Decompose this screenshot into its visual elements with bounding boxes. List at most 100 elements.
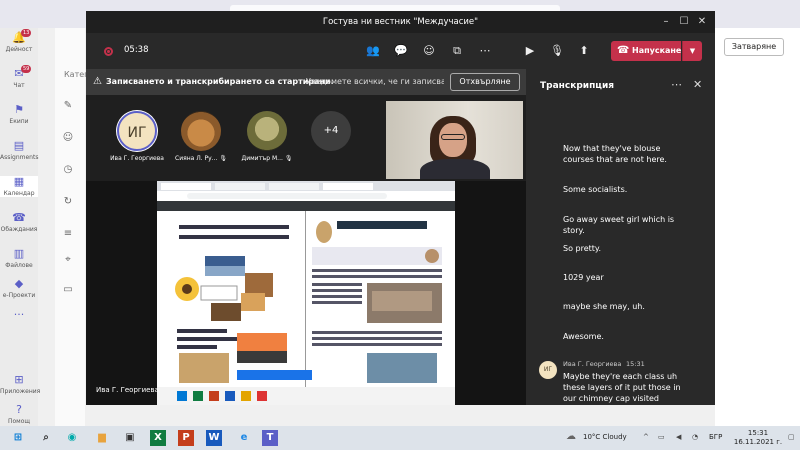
file-explorer-icon[interactable]: ▆ bbox=[94, 430, 110, 446]
clock-time: 15:31 bbox=[747, 429, 769, 437]
minimize-icon[interactable]: – bbox=[656, 11, 676, 33]
call-timer: 05:38 bbox=[124, 45, 149, 55]
participant-tile[interactable]: Димитър М... 🎙 bbox=[236, 111, 298, 162]
location-icon[interactable]: ⌖ bbox=[62, 254, 74, 266]
powerpoint-icon[interactable]: P bbox=[178, 430, 194, 446]
rail-item-label: Чат bbox=[13, 82, 25, 89]
language-indicator[interactable]: БГР bbox=[709, 433, 722, 441]
rail-item-more[interactable]: ... bbox=[0, 306, 38, 320]
store-icon[interactable]: ▣ bbox=[122, 430, 138, 446]
transcript-line: Now that they've blouse courses that are… bbox=[563, 144, 667, 164]
more-participants-count: +4 bbox=[311, 111, 351, 151]
notification-badge: 59 bbox=[21, 65, 32, 73]
search-icon[interactable]: ⌕ bbox=[38, 430, 54, 446]
participant-tile[interactable]: ИГ Ива Г. Георгиева bbox=[106, 111, 168, 162]
teams-icon[interactable]: T bbox=[262, 430, 278, 446]
transcript-line: Some socialists. bbox=[563, 185, 628, 194]
rail-item-label: Приложения bbox=[0, 388, 41, 395]
chevron-up-icon[interactable]: ^ bbox=[643, 433, 649, 441]
close-window-icon[interactable]: ✕ bbox=[692, 11, 712, 33]
transcript-line: Maybe they're each class uh these layers… bbox=[563, 372, 681, 403]
rail-item-projects[interactable]: ◆ e-Проекти bbox=[0, 277, 38, 300]
chat-icon[interactable]: 💬 bbox=[392, 42, 410, 60]
maximize-icon[interactable]: ☐ bbox=[674, 11, 694, 33]
recording-notice: ⚠ Записването и транскрибирането са стар… bbox=[86, 69, 526, 95]
windows-taskbar: ⊞ ⌕ ◉ ▆ ▣ X P W e T ☁ 10°C Cloudy ^ ▭ ◀ … bbox=[0, 426, 800, 450]
notice-text: Уведомете всички, че ги записва... bbox=[306, 77, 444, 86]
person-icon[interactable]: ☺ bbox=[62, 132, 74, 144]
avatar bbox=[247, 111, 287, 151]
calendar-icon: ▦ bbox=[13, 175, 25, 188]
network-icon[interactable]: ▭ bbox=[658, 433, 665, 441]
transcript-panel: Транскрипция ⋯ ✕ Now that they've blouse… bbox=[526, 69, 715, 405]
participant-tile[interactable]: Сияна Л. Ру... 🎙 bbox=[170, 111, 232, 162]
screen-share: Ива Г. Георгиева bbox=[86, 181, 526, 405]
notice-title: Записването и транскрибирането са старти… bbox=[106, 77, 334, 86]
recording-icon bbox=[104, 47, 113, 56]
rail-item-label: Обаждания bbox=[0, 226, 38, 233]
close-icon[interactable]: ✕ bbox=[693, 78, 702, 91]
notification-icon[interactable]: ▢ bbox=[788, 433, 795, 441]
avatar: ИГ bbox=[117, 111, 157, 151]
mic-muted-icon: 🎙 bbox=[219, 155, 227, 162]
share-icon[interactable]: ⬆ bbox=[575, 42, 593, 60]
excel-icon[interactable]: X bbox=[150, 430, 166, 446]
transcript-title: Транскрипция bbox=[540, 81, 615, 91]
teams-icon: ⚑ bbox=[14, 103, 24, 116]
more-actions-icon[interactable]: ⋯ bbox=[476, 42, 494, 60]
transcript-line: maybe she may, uh. bbox=[563, 302, 645, 311]
rail-item-label: Assignments bbox=[0, 154, 39, 161]
pen-icon[interactable]: ✎ bbox=[62, 100, 74, 112]
rail-item-phone[interactable]: ☎ Обаждания bbox=[0, 212, 38, 234]
participant-name: Сияна Л. Ру... 🎙 bbox=[175, 155, 227, 162]
background-right-pane bbox=[715, 28, 800, 426]
rail-item-teams[interactable]: ⚑ Екипи bbox=[0, 103, 38, 126]
category-label: Катег bbox=[64, 70, 89, 79]
rail-item-assign[interactable]: ▤ Assignments bbox=[0, 140, 39, 162]
rail-item-label: Файлове bbox=[5, 262, 33, 269]
rail-item-label: Помощ bbox=[7, 418, 31, 425]
microphone-icon[interactable]: 🎙 bbox=[548, 42, 566, 60]
close-button[interactable]: Затваряне bbox=[724, 38, 784, 56]
start-icon[interactable]: ⊞ bbox=[10, 430, 26, 446]
list-icon[interactable]: ≡ bbox=[62, 228, 74, 240]
edge-icon[interactable]: ◉ bbox=[64, 430, 80, 446]
clock-date: 16.11.2021 г. bbox=[733, 438, 783, 446]
more-options-icon[interactable]: ⋯ bbox=[671, 78, 682, 91]
weather[interactable]: 10°C Cloudy bbox=[583, 433, 627, 441]
hangup-icon: ☎ bbox=[617, 45, 630, 56]
rail-item-bell[interactable]: 🔔 Дейност 13 bbox=[0, 29, 38, 53]
meeting-toolbar: 05:38 👥 💬 ☺ ⧉ ⋯ ▶ 🎙 ⬆ Напускане ☎ ▼ bbox=[86, 33, 715, 69]
clock[interactable]: 15:31 16.11.2021 г. bbox=[730, 429, 786, 447]
rail-item-help[interactable]: ? Помощ bbox=[0, 404, 38, 426]
rail-item-chat[interactable]: ✉ Чат 59 bbox=[0, 65, 38, 89]
dismiss-button[interactable]: Отхвърляне bbox=[450, 73, 520, 91]
rail-item-label: Дейност bbox=[5, 46, 33, 53]
rail-item-apps[interactable]: ⊞ Приложения bbox=[0, 374, 41, 396]
speaker-time: 15:31 bbox=[626, 360, 645, 368]
rail-item-files[interactable]: ▥ Файлове bbox=[0, 248, 38, 270]
notification-badge: 13 bbox=[21, 29, 32, 37]
clock-icon[interactable]: ◷ bbox=[62, 164, 74, 176]
doc-icon[interactable]: ▭ bbox=[62, 284, 74, 296]
reactions-icon[interactable]: ☺ bbox=[420, 42, 438, 60]
more-participants[interactable]: +4 bbox=[300, 111, 362, 151]
rooms-icon[interactable]: ⧉ bbox=[448, 42, 466, 60]
participant-name: Димитър М... 🎙 bbox=[241, 155, 293, 162]
volume-icon[interactable]: ◀ bbox=[676, 433, 681, 441]
word-icon[interactable]: W bbox=[206, 430, 222, 446]
projects-icon: ◆ bbox=[14, 277, 24, 290]
camera-icon[interactable]: ▶ bbox=[521, 42, 539, 60]
participants-icon[interactable]: 👥 bbox=[364, 42, 382, 60]
avatar bbox=[181, 111, 221, 151]
warning-icon: ⚠ bbox=[93, 76, 102, 87]
leave-options-chevron-icon[interactable]: ▼ bbox=[682, 41, 702, 61]
meeting-window: Гостува ни вестник "Междучасие" – ☐ ✕ 05… bbox=[86, 11, 715, 405]
transcript-line: 1029 year bbox=[563, 273, 604, 282]
loop-icon[interactable]: ↻ bbox=[62, 196, 74, 208]
rail-item-calendar[interactable]: ▦ Календар bbox=[0, 176, 38, 197]
ie-icon[interactable]: e bbox=[236, 430, 252, 446]
wifi-icon[interactable]: ◔ bbox=[692, 433, 698, 441]
meeting-title: Гостува ни вестник "Междучасие" bbox=[86, 11, 715, 33]
speaker-name: Ива Г. Георгиева bbox=[563, 360, 622, 368]
